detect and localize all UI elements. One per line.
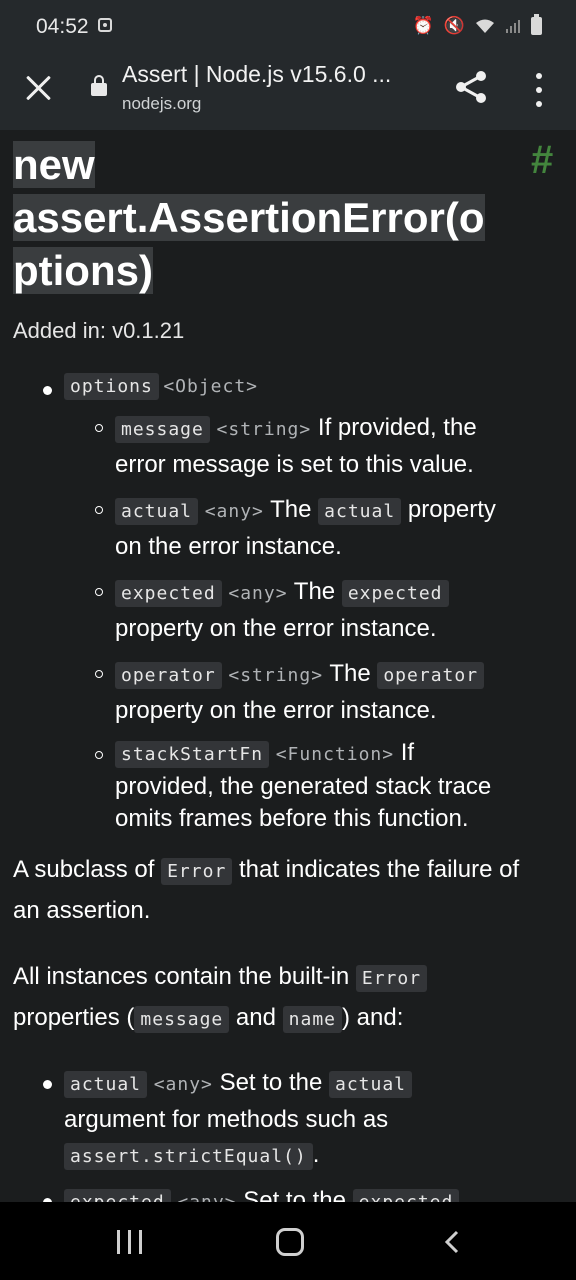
option-name-code: operator <box>115 662 222 689</box>
property-name-code: expected <box>64 1189 171 1202</box>
option-name-code: expected <box>115 580 222 607</box>
wifi-icon <box>476 19 494 33</box>
option-desc: omits frames before this function. <box>115 805 469 832</box>
option-stackstartfn: stackStartFn <Function> If provided, the… <box>115 737 555 835</box>
para-text: A subclass of <box>13 856 155 883</box>
property-type-link[interactable]: <any> <box>154 1074 213 1095</box>
bullet-ring <box>95 588 103 596</box>
property-type-link[interactable]: <any> <box>177 1192 236 1202</box>
options-type-link[interactable]: <Object> <box>163 376 258 397</box>
more-options-icon[interactable] <box>526 70 552 110</box>
bullet-ring <box>95 506 103 514</box>
inline-code: operator <box>377 662 485 689</box>
recent-apps-icon[interactable] <box>117 1230 143 1254</box>
option-type-link[interactable]: <string> <box>217 419 312 440</box>
paragraph-subclass: A subclass of Error that indicates the f… <box>13 850 558 930</box>
property-name-code: actual <box>64 1071 148 1098</box>
para-text: that indicates the failure of <box>238 856 520 883</box>
para-text: and <box>235 1004 276 1031</box>
para-text: properties ( <box>13 1004 135 1031</box>
option-desc: provided, the generated stack trace <box>115 773 492 800</box>
status-time: 04:52 <box>36 15 89 38</box>
option-message: message <string> If provided, the error … <box>115 410 555 482</box>
page-content: new assert.AssertionError(o ptions) # Ad… <box>0 130 576 1202</box>
status-bar: 04:52 ⏰ 🔇 <box>0 0 576 52</box>
home-icon[interactable] <box>276 1228 304 1256</box>
option-desc: property on the error instance. <box>115 615 437 642</box>
inline-code: Error <box>161 858 233 885</box>
para-text: ) and: <box>342 1004 404 1031</box>
battery-icon <box>531 14 542 35</box>
alarm-icon: ⏰ <box>412 16 434 35</box>
option-name-code: stackStartFn <box>115 741 270 768</box>
option-expected: expected <any> The expected property on … <box>115 574 555 646</box>
inline-code: message <box>134 1006 230 1033</box>
mute-icon: 🔇 <box>443 16 465 35</box>
inline-code: actual <box>328 1071 413 1098</box>
section-heading: new assert.AssertionError(o ptions) <box>13 138 493 297</box>
page-url: nodejs.org <box>122 94 202 113</box>
back-icon[interactable] <box>444 1230 460 1254</box>
share-icon[interactable] <box>452 68 490 106</box>
option-type-link[interactable]: <Function> <box>276 744 394 765</box>
lock-icon <box>91 75 107 96</box>
property-expected: expected <any> Set to the expected <box>64 1183 554 1202</box>
bullet-disc <box>43 386 52 395</box>
heading-line-1: new <box>13 141 95 188</box>
inline-code: expected <box>352 1189 460 1202</box>
option-desc: The <box>329 660 371 687</box>
options-item: options <Object> <box>64 373 258 400</box>
option-name-code: message <box>115 416 210 443</box>
option-actual: actual <any> The actual property on the … <box>115 492 555 564</box>
property-desc: Set to the <box>243 1187 346 1202</box>
inline-code: Error <box>355 965 428 992</box>
heading-line-3: ptions) <box>13 247 153 294</box>
option-desc: property <box>407 496 496 523</box>
heading-line-2: assert.AssertionError(o <box>13 194 485 241</box>
para-text: All instances contain the built-in <box>13 963 350 990</box>
options-code: options <box>64 373 159 400</box>
paragraph-instances: All instances contain the built-in Error… <box>13 957 558 1039</box>
option-type-link[interactable]: <any> <box>205 501 264 522</box>
inline-code: expected <box>341 580 449 607</box>
property-desc: argument for methods such as <box>64 1106 389 1133</box>
inline-code: name <box>282 1006 342 1033</box>
bullet-ring <box>95 751 103 759</box>
inline-code: assert.strictEqual() <box>64 1143 313 1170</box>
option-type-link[interactable]: <string> <box>228 665 323 686</box>
inline-code: actual <box>318 498 402 525</box>
bullet-ring <box>95 670 103 678</box>
option-desc: If <box>400 739 415 766</box>
close-icon[interactable] <box>22 71 56 105</box>
bullet-ring <box>95 424 103 432</box>
option-type-link[interactable]: <any> <box>228 583 287 604</box>
property-desc: Set to the <box>219 1069 323 1096</box>
option-desc: on the error instance. <box>115 533 342 560</box>
option-desc: The <box>270 496 312 523</box>
option-desc: If provided, the <box>317 414 477 441</box>
bullet-disc <box>43 1080 52 1089</box>
system-navigation-bar <box>0 1202 576 1280</box>
option-desc: property on the error instance. <box>115 697 437 724</box>
property-actual: actual <any> Set to the actual argument … <box>64 1065 554 1174</box>
added-in-version: Added in: v0.1.21 <box>13 318 185 343</box>
heading-anchor-link[interactable]: # <box>531 138 553 183</box>
signal-icon <box>506 20 520 33</box>
option-desc: The <box>293 578 336 605</box>
option-operator: operator <string> The operator property … <box>115 656 555 728</box>
sim-icon <box>98 18 112 32</box>
page-title: Assert | Node.js v15.6.0 ... <box>122 61 392 87</box>
para-text: an assertion. <box>13 897 151 924</box>
property-desc: . <box>312 1141 320 1168</box>
option-name-code: actual <box>115 498 199 525</box>
custom-tab-toolbar: Assert | Node.js v15.6.0 ... nodejs.org <box>0 52 576 130</box>
option-desc: error message is set to this value. <box>115 451 474 478</box>
status-icons: ⏰ 🔇 <box>412 14 542 36</box>
